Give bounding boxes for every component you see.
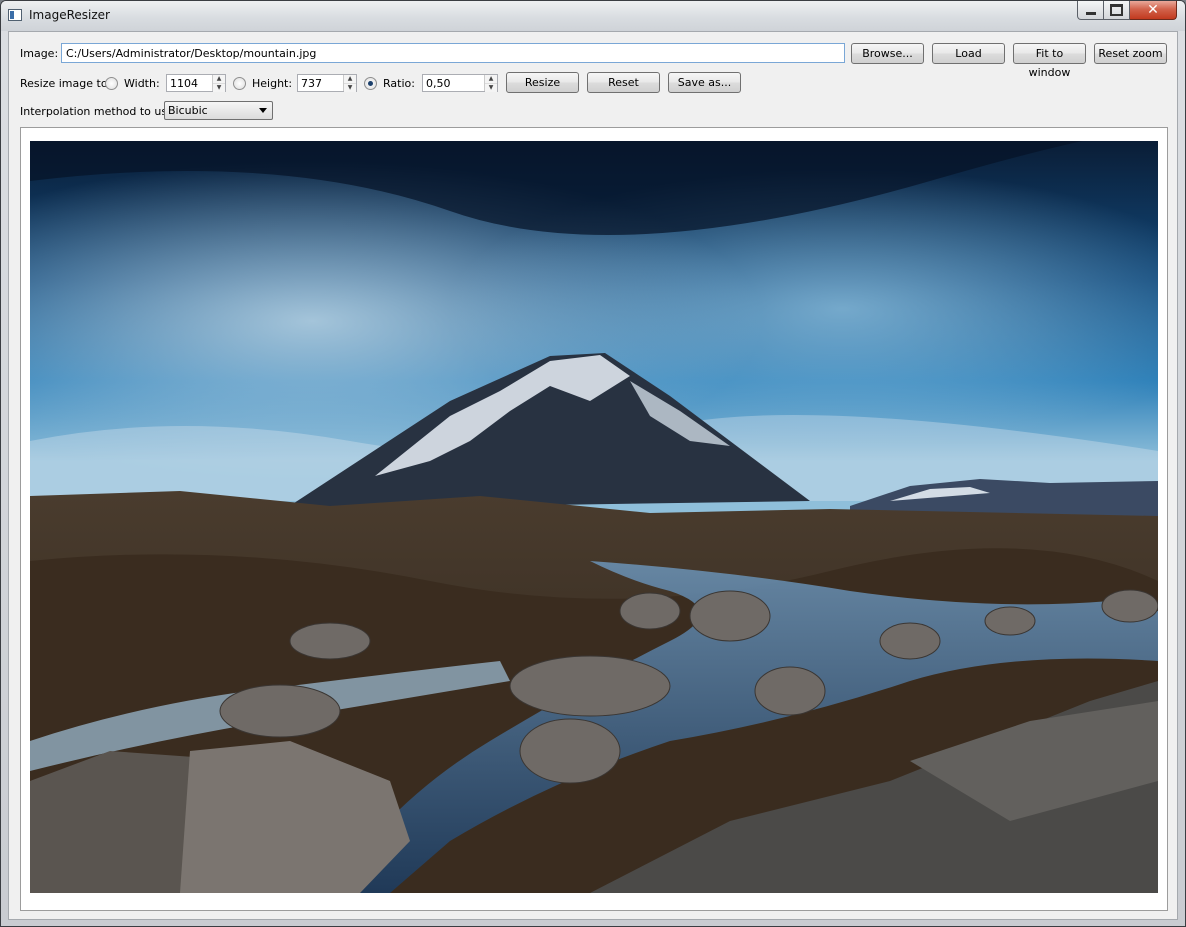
minimize-button[interactable] [1077, 1, 1104, 20]
ratio-down-arrow-icon[interactable]: ▼ [485, 84, 497, 92]
ratio-label: Ratio: [383, 77, 415, 90]
ratio-radio[interactable] [364, 77, 377, 90]
ratio-up-arrow-icon[interactable]: ▲ [485, 75, 497, 84]
resize-label: Resize image to: [20, 77, 112, 90]
width-value: 1104 [170, 77, 198, 90]
width-radio[interactable] [105, 77, 118, 90]
height-label: Height: [252, 77, 293, 90]
ratio-value: 0,50 [426, 77, 451, 90]
title-bar[interactable]: ImageResizer ✕ [1, 1, 1185, 31]
close-button[interactable]: ✕ [1130, 1, 1177, 20]
height-down-arrow-icon[interactable]: ▼ [344, 84, 356, 92]
image-viewer[interactable] [20, 127, 1168, 911]
image-path-input[interactable] [61, 43, 845, 63]
minimize-icon [1085, 11, 1096, 15]
width-label: Width: [124, 77, 160, 90]
height-radio[interactable] [233, 77, 246, 90]
reset-zoom-button[interactable]: Reset zoom [1094, 43, 1167, 64]
interpolation-label: Interpolation method to use: [20, 105, 178, 118]
ratio-spinbox[interactable]: 0,50 ▲ ▼ [422, 74, 498, 92]
image-label: Image: [20, 47, 59, 60]
close-icon: ✕ [1147, 2, 1159, 18]
reset-button[interactable]: Reset [587, 72, 660, 93]
height-spinbox[interactable]: 737 ▲ ▼ [297, 74, 357, 92]
interpolation-select[interactable]: Bicubic [164, 101, 273, 120]
height-up-arrow-icon[interactable]: ▲ [344, 75, 356, 84]
app-window-icon[interactable] [8, 9, 22, 21]
window-title: ImageResizer [29, 8, 110, 22]
mountain-photo [30, 141, 1158, 893]
interpolation-selected-value: Bicubic [168, 104, 208, 117]
fit-to-window-button[interactable]: Fit to window [1013, 43, 1086, 79]
load-button[interactable]: Load [932, 43, 1005, 64]
app-window: ImageResizer ✕ Image: Browse... Load Fit… [0, 0, 1186, 927]
chevron-down-icon [259, 108, 267, 113]
caption-buttons: ✕ [1077, 1, 1177, 20]
width-spinbox[interactable]: 1104 ▲ ▼ [166, 74, 226, 92]
client-area: Image: Browse... Load Fit to window Rese… [8, 31, 1178, 920]
maximize-icon [1110, 4, 1123, 16]
width-down-arrow-icon[interactable]: ▼ [213, 84, 225, 92]
maximize-button[interactable] [1104, 1, 1130, 20]
resize-button[interactable]: Resize [506, 72, 579, 93]
save-as-button[interactable]: Save as... [668, 72, 741, 93]
width-up-arrow-icon[interactable]: ▲ [213, 75, 225, 84]
browse-button[interactable]: Browse... [851, 43, 924, 64]
height-value: 737 [301, 77, 322, 90]
